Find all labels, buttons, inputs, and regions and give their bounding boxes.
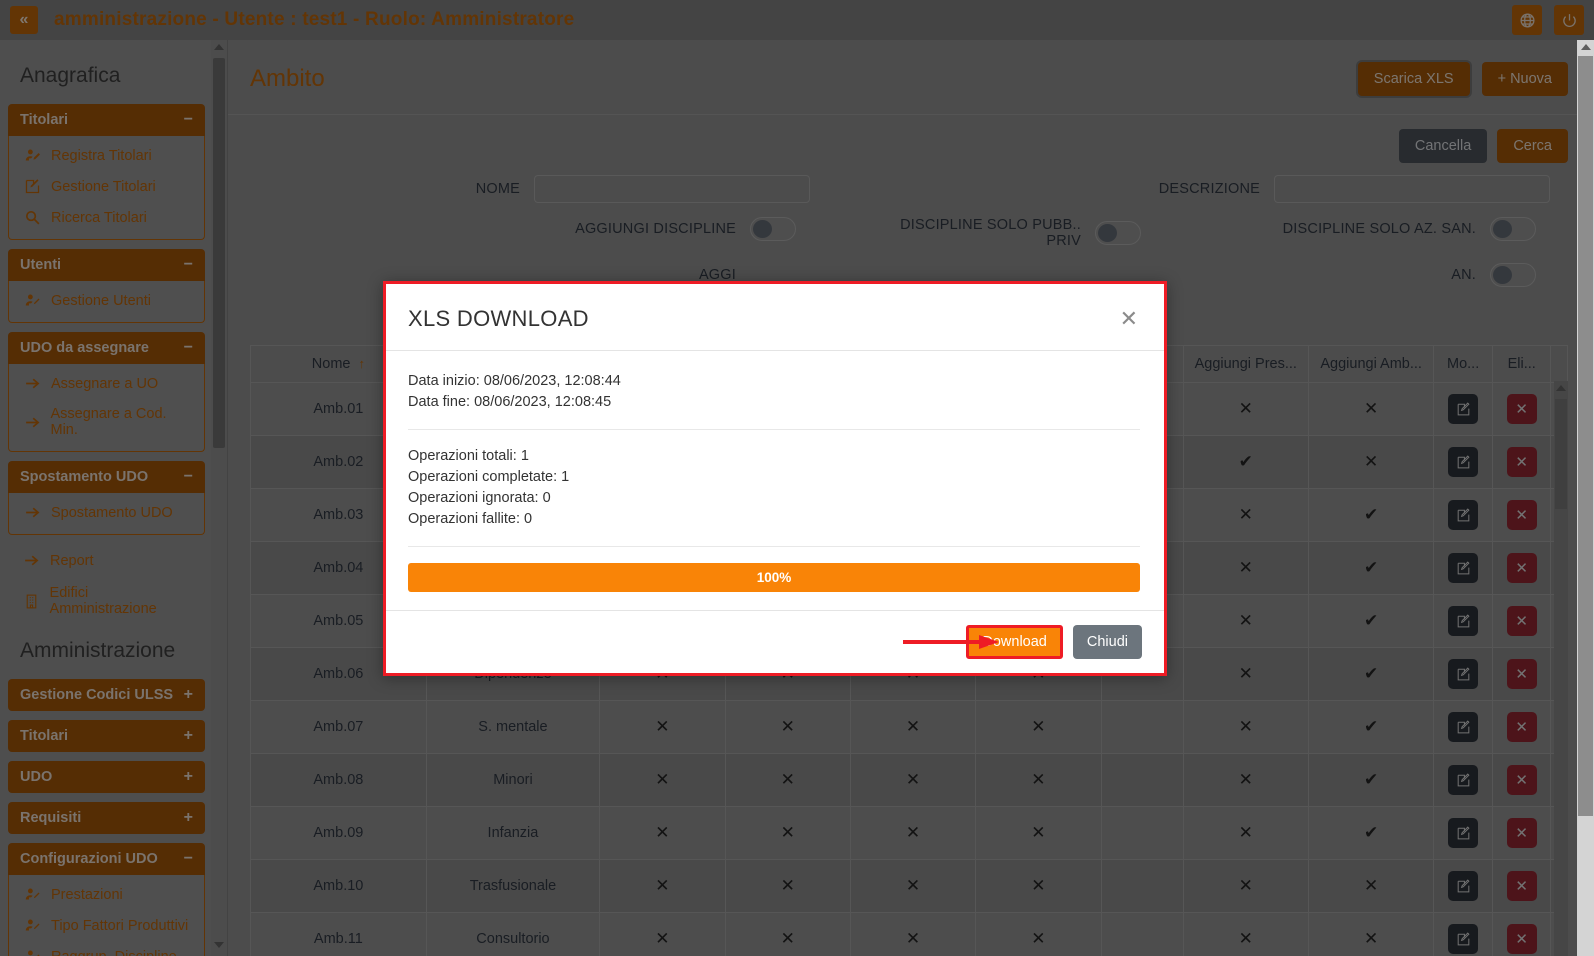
operazioni-completate-text: Operazioni completate: 1 xyxy=(408,467,1140,488)
application-root: « amministrazione - Utente : test1 - Ruo… xyxy=(0,0,1594,956)
xls-download-modal: XLS DOWNLOAD ✕ Data inizio: 08/06/2023, … xyxy=(383,281,1167,676)
page-scrollbar[interactable] xyxy=(1577,40,1594,956)
progress-bar: 100% xyxy=(408,563,1140,592)
modal-title: XLS DOWNLOAD xyxy=(408,306,589,332)
close-icon[interactable]: ✕ xyxy=(1118,306,1140,332)
operazioni-fallite-text: Operazioni fallite: 0 xyxy=(408,509,1140,530)
data-fine-text: Data fine: 08/06/2023, 12:08:45 xyxy=(408,392,1140,413)
modal-body: Data inizio: 08/06/2023, 12:08:44 Data f… xyxy=(386,351,1164,610)
modal-header: XLS DOWNLOAD ✕ xyxy=(386,284,1164,351)
page-scroll-up-arrow-icon[interactable] xyxy=(1581,44,1591,50)
page-scroll-thumb[interactable] xyxy=(1578,56,1593,816)
operazioni-ignorata-text: Operazioni ignorata: 0 xyxy=(408,488,1140,509)
chiudi-button[interactable]: Chiudi xyxy=(1073,625,1142,659)
download-button[interactable]: Download xyxy=(966,625,1063,659)
modal-footer: Download Chiudi xyxy=(386,610,1164,673)
operazioni-totali-text: Operazioni totali: 1 xyxy=(408,446,1140,467)
data-inizio-text: Data inizio: 08/06/2023, 12:08:44 xyxy=(408,371,1140,392)
modal-separator-2 xyxy=(408,546,1140,547)
modal-separator-1 xyxy=(408,429,1140,430)
